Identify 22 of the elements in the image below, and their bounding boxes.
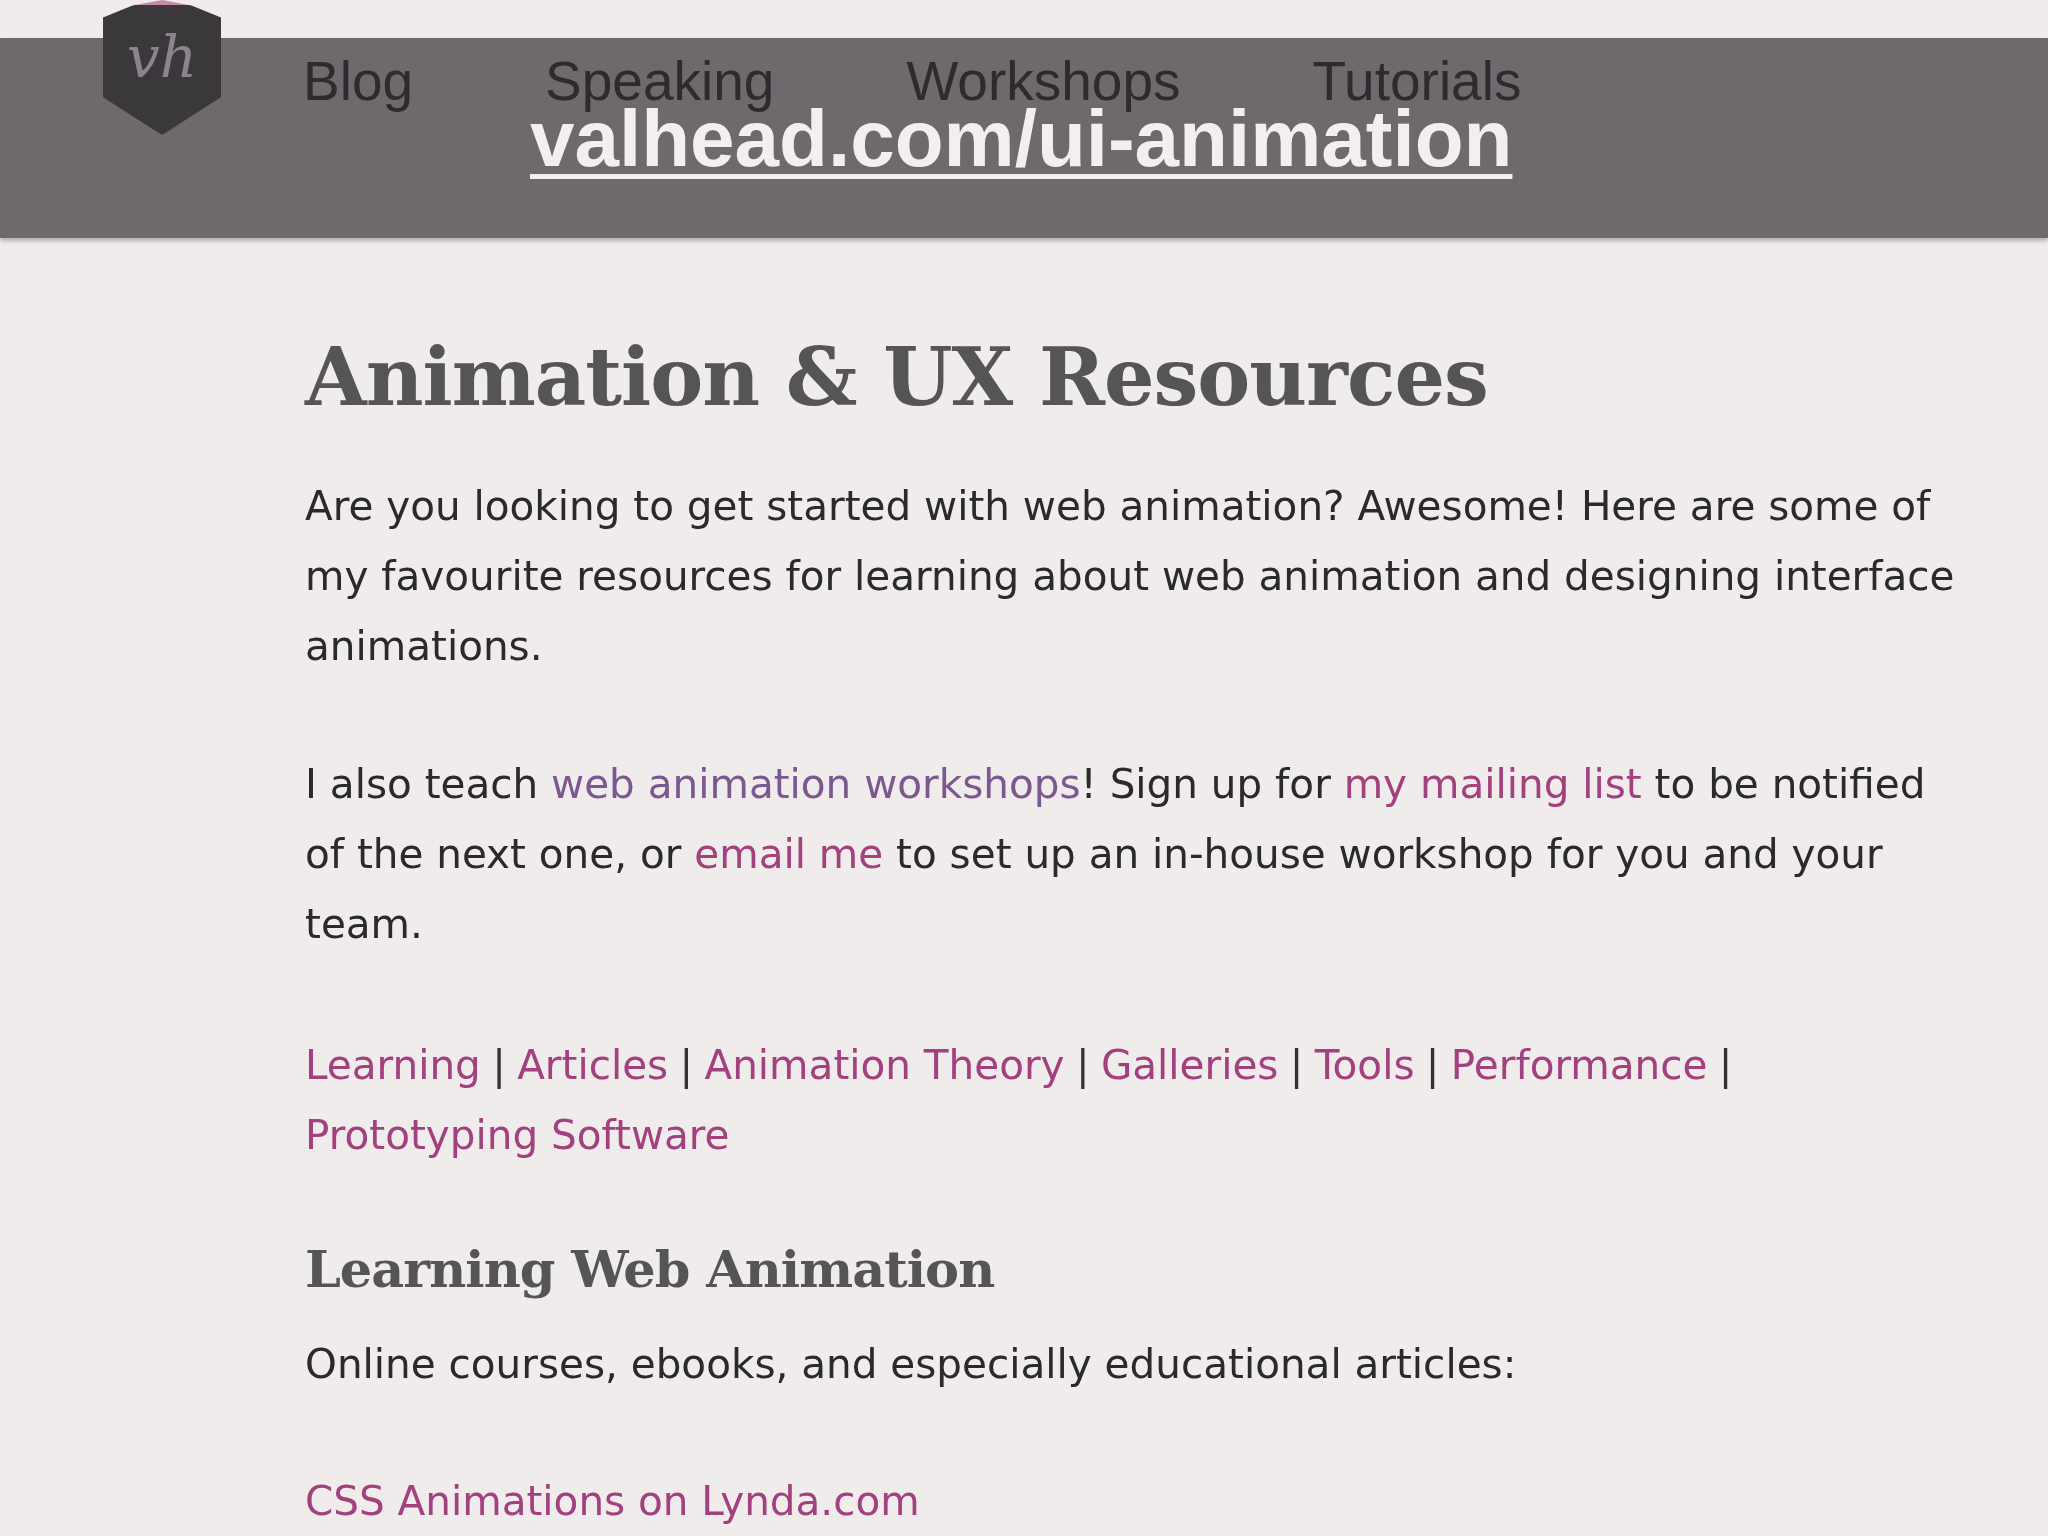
text-link[interactable]: email me <box>694 829 884 878</box>
pipe-separator: | <box>1718 1039 1733 1091</box>
section-link[interactable]: Galleries <box>1100 1029 1279 1100</box>
pipe-separator: | <box>492 1039 506 1091</box>
section-link[interactable]: Learning <box>305 1029 481 1100</box>
nav-link[interactable]: Blog <box>303 50 414 114</box>
page-title: Animation & UX Resources <box>305 338 1489 418</box>
intro-paragraph: Are you looking to get started with web animation? Awesome! Here are some of my favourite resources for learning about web animation and designing interface animations. <box>305 480 1956 672</box>
workshop-paragraph: I also teach web animation workshops! Sign up for my mailing list to be notified of the next one, or email me to set up an in-house workshop for you and your team. <box>305 758 1927 950</box>
text-link[interactable]: web animation workshops <box>551 759 1081 808</box>
resource-link[interactable]: CSS Animations on Lynda.com <box>305 1465 920 1536</box>
section-link[interactable]: Tools <box>1314 1029 1415 1100</box>
pipe-separator: | <box>1425 1039 1440 1091</box>
pipe-separator: | <box>1075 1039 1090 1091</box>
section-link[interactable]: Prototyping Software <box>305 1099 730 1170</box>
section-link[interactable]: Performance <box>1450 1029 1708 1100</box>
text-link[interactable]: my mailing list <box>1343 759 1642 808</box>
section-link[interactable]: Animation Theory <box>704 1029 1065 1100</box>
pipe-separator: | <box>679 1039 694 1091</box>
section-link[interactable]: Articles <box>517 1029 669 1100</box>
section-description: Online courses, ebooks, and especially educational articles: <box>305 1338 1518 1390</box>
pipe-separator: | <box>1289 1039 1304 1091</box>
